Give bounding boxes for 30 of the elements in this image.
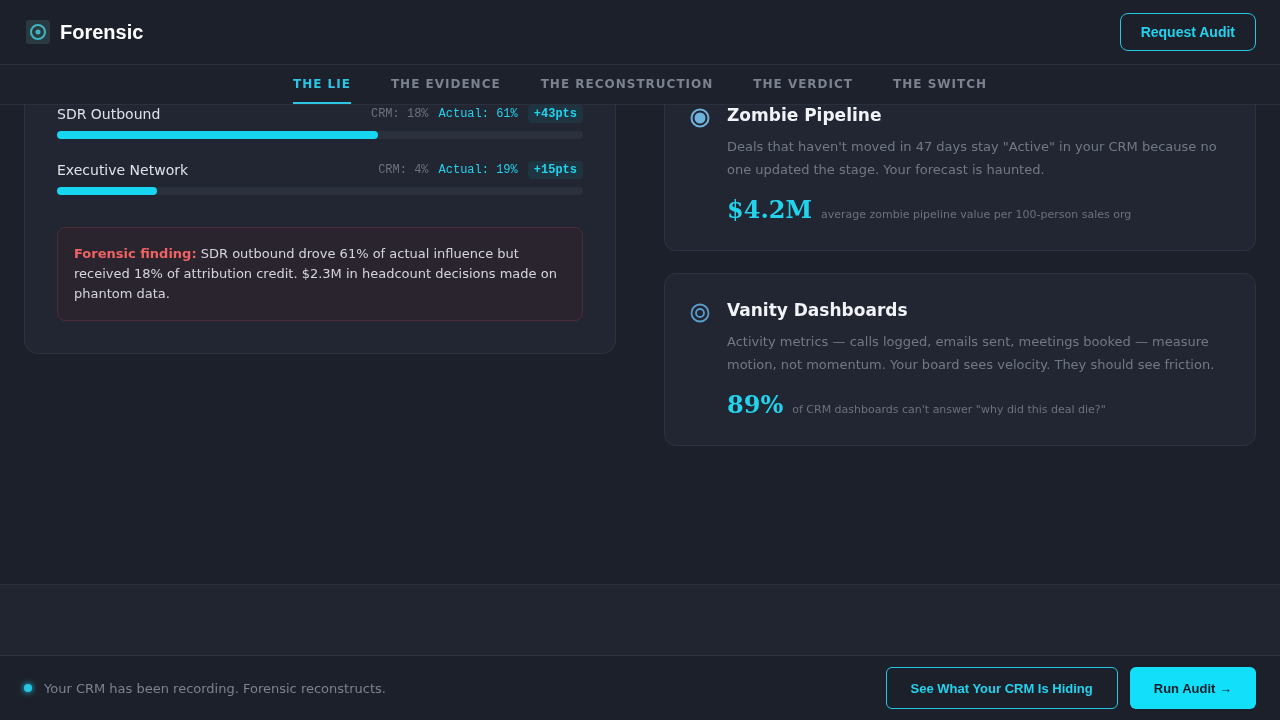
crm-value: CRM: 4% <box>378 163 429 177</box>
request-audit-button[interactable]: Request Audit <box>1119 13 1256 51</box>
card-description: Deals that haven't moved in 47 days stay "Active" in your CRM because no one updated the stage. Your forecast is haunted. <box>727 138 1218 179</box>
stat-value: $4.2M <box>727 195 813 224</box>
card-description: Activity metrics — calls logged, emails sent, meetings booked — measure motion, not momentum. Your board sees velocity. They should see friction. <box>727 333 1216 374</box>
channel-name: Executive Network <box>57 162 190 178</box>
hiding-button[interactable]: See What Your CRM Is Hiding <box>885 667 1118 709</box>
radio-dot-icon <box>689 107 711 129</box>
nav-tab[interactable]: THE VERDICT <box>753 65 854 104</box>
target-icon <box>689 302 711 324</box>
nav-tab[interactable]: THE RECONSTRUCTION <box>540 65 714 104</box>
status-dot <box>24 684 32 692</box>
nav-tab[interactable]: THE EVIDENCE <box>390 65 501 104</box>
card-title: Vanity Dashboards <box>727 300 909 320</box>
channel-name: SDR Outbound <box>57 106 162 122</box>
brand-name: Forensic <box>60 20 144 44</box>
stat-note: average zombie pipeline value per 100-person sales org <box>821 208 1132 221</box>
status-text: Your CRM has been recording. Forensic reconstructs. <box>44 680 387 696</box>
logo-icon <box>26 20 50 44</box>
card-title: Zombie Pipeline <box>727 105 883 125</box>
run-audit-button[interactable]: Run Audit → <box>1129 667 1256 709</box>
finding-text: Forensic finding: SDR outbound drove 61% of actual influence but received 18% of attribution credit. $2.3M in headcount decisions made on phantom data. <box>57 227 583 321</box>
crm-value: CRM: 18% <box>370 107 429 121</box>
delta-badge: +15pts <box>527 161 583 179</box>
actual-value: Actual: 19% <box>438 163 518 177</box>
stat-value: 89% <box>727 390 784 419</box>
nav-tab[interactable]: THE SWITCH <box>893 65 987 104</box>
actual-value: Actual: 61% <box>438 107 518 121</box>
delta-badge: +43pts <box>527 105 583 123</box>
stat-note: of CRM dashboards can't answer "why did this deal die?" <box>792 403 1106 416</box>
